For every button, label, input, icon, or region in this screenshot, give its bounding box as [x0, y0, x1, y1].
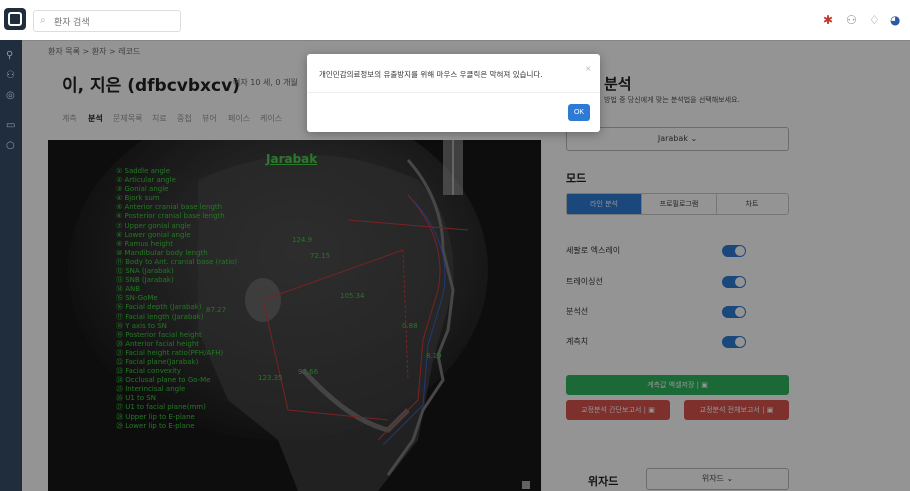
settings-icon[interactable]: ◎ — [6, 90, 15, 101]
sidebar: ⚲ ⚇ ◎ ▭ ○ — [0, 40, 22, 491]
bell-icon[interactable]: ♢ — [869, 13, 880, 27]
search-icon: ⌕ — [40, 15, 46, 26]
app-logo[interactable] — [4, 8, 26, 30]
modal-message: 개인민감의료정보의 유출방지를 위해 마우스 우클릭은 막혀져 있습니다. — [319, 70, 543, 79]
alert-modal: 개인민감의료정보의 유출방지를 위해 마우스 우클릭은 막혀져 있습니다. × … — [307, 54, 600, 132]
flag-icon[interactable]: ✱ — [823, 13, 833, 27]
top-bar: ⌕ ✱ ⚇ ♢ ◕ — [0, 0, 910, 41]
search-box[interactable]: ⌕ — [33, 10, 181, 32]
help-icon[interactable]: ○ — [6, 140, 15, 151]
patient-icon[interactable]: ⚲ — [6, 50, 13, 61]
group-icon[interactable]: ⚇ — [6, 70, 15, 81]
users-icon[interactable]: ⚇ — [846, 13, 857, 27]
search-input[interactable] — [52, 13, 176, 31]
close-icon[interactable]: × — [585, 64, 592, 73]
ok-button[interactable]: OK — [568, 104, 590, 121]
monitor-icon[interactable]: ▭ — [6, 120, 15, 131]
modal-divider — [307, 92, 600, 93]
globe-icon[interactable]: ◕ — [890, 13, 900, 27]
